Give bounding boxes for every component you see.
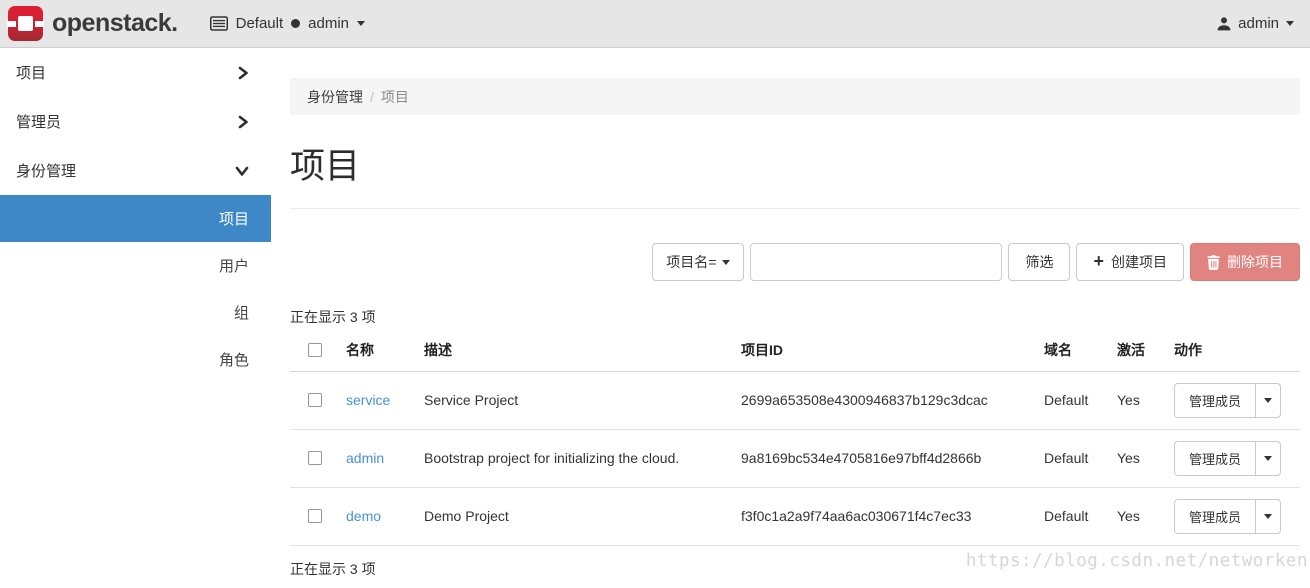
- table-row: service Service Project 2699a653508e4300…: [290, 371, 1300, 429]
- project-active: Yes: [1117, 371, 1174, 429]
- user-name: admin: [1238, 15, 1279, 32]
- page-title: 项目: [290, 138, 1300, 189]
- row-action-dropdown-toggle[interactable]: [1255, 384, 1280, 417]
- column-header-project-id: 项目ID: [741, 330, 1044, 371]
- current-domain: Default: [236, 15, 284, 32]
- breadcrumb-separator: /: [370, 89, 374, 105]
- person-icon: [1217, 17, 1231, 31]
- row-action-split-button: 管理成员: [1174, 499, 1281, 534]
- user-menu[interactable]: admin: [1217, 15, 1294, 32]
- project-description: Bootstrap project for initializing the c…: [424, 429, 741, 487]
- csdn-watermark: https://blog.csdn.net/networken: [966, 551, 1308, 571]
- current-project: admin: [308, 15, 349, 32]
- table-header-row: 名称 描述 项目ID 域名 激活 动作: [290, 330, 1300, 371]
- chevron-right-icon: [237, 115, 249, 129]
- chevron-down-icon: [1264, 398, 1272, 403]
- filter-input[interactable]: [750, 243, 1002, 281]
- openstack-logo[interactable]: openstack.: [8, 6, 178, 41]
- project-domain: Default: [1044, 429, 1117, 487]
- row-action-split-button: 管理成员: [1174, 383, 1281, 418]
- sidebar-item-project[interactable]: 项目: [0, 48, 271, 97]
- sidebar-item-identity[interactable]: 身份管理: [0, 146, 271, 195]
- column-header-active: 激活: [1117, 330, 1174, 371]
- delete-projects-button[interactable]: 删除项目: [1190, 243, 1300, 281]
- project-active: Yes: [1117, 429, 1174, 487]
- horizon-dashboard: openstack. Default admin admin: [0, 0, 1310, 588]
- column-header-domain: 域名: [1044, 330, 1117, 371]
- chevron-right-icon: [237, 66, 249, 80]
- sidebar-item-identity-projects[interactable]: 项目: [0, 195, 271, 242]
- chevron-down-icon: [722, 260, 730, 265]
- row-action-dropdown-toggle[interactable]: [1255, 500, 1280, 533]
- sidebar: 项目 管理员 身份管理 项目 用户 组 角色: [0, 48, 271, 579]
- manage-members-button[interactable]: 管理成员: [1175, 500, 1255, 533]
- project-id: 9a8169bc534e4705816e97bff4d2866b: [741, 429, 1044, 487]
- project-id: 2699a653508e4300946837b129c3dcac: [741, 371, 1044, 429]
- column-header-description: 描述: [424, 330, 741, 371]
- column-header-name[interactable]: 名称: [346, 330, 424, 371]
- list-icon: [210, 16, 228, 31]
- main-content: 身份管理 / 项目 项目 项目名= 筛选 + 创建项目: [290, 48, 1300, 579]
- column-header-actions: 动作: [1174, 330, 1300, 371]
- row-checkbox[interactable]: [308, 393, 322, 407]
- project-id: f3f0c1a2a9f74aa6ac030671f4c7ec33: [741, 487, 1044, 545]
- plus-icon: +: [1093, 252, 1104, 270]
- sidebar-item-label: 项目: [16, 62, 46, 83]
- title-divider: [290, 208, 1300, 209]
- project-name-link[interactable]: admin: [346, 450, 384, 466]
- create-project-button[interactable]: + 创建项目: [1076, 243, 1184, 281]
- chevron-down-icon: [357, 21, 365, 26]
- sidebar-item-identity-users[interactable]: 用户: [0, 242, 271, 289]
- filter-button-label: 筛选: [1025, 252, 1053, 272]
- top-navbar: openstack. Default admin admin: [0, 0, 1310, 48]
- project-name-link[interactable]: service: [346, 392, 390, 408]
- sidebar-subitem-label: 项目: [219, 208, 249, 229]
- brand-text: openstack.: [52, 9, 178, 38]
- chevron-down-icon: [235, 165, 249, 177]
- filter-button[interactable]: 筛选: [1008, 243, 1070, 281]
- breadcrumb: 身份管理 / 项目: [290, 78, 1300, 115]
- project-name-link[interactable]: demo: [346, 508, 381, 524]
- row-checkbox[interactable]: [308, 509, 322, 523]
- openstack-logo-icon: [8, 6, 43, 41]
- filter-field-dropdown[interactable]: 项目名=: [652, 243, 744, 281]
- chevron-down-icon: [1286, 21, 1294, 26]
- select-all-checkbox[interactable]: [308, 343, 322, 357]
- table-row: demo Demo Project f3f0c1a2a9f74aa6ac0306…: [290, 487, 1300, 545]
- project-description: Service Project: [424, 371, 741, 429]
- chevron-down-icon: [1264, 456, 1272, 461]
- trash-icon: [1207, 255, 1220, 270]
- chevron-down-icon: [1264, 514, 1272, 519]
- row-checkbox[interactable]: [308, 451, 322, 465]
- table-row: admin Bootstrap project for initializing…: [290, 429, 1300, 487]
- sidebar-item-label: 管理员: [16, 111, 61, 132]
- sidebar-item-label: 身份管理: [16, 160, 76, 181]
- delete-projects-label: 删除项目: [1227, 252, 1283, 272]
- row-action-split-button: 管理成员: [1174, 441, 1281, 476]
- sidebar-subitem-label: 用户: [219, 255, 249, 276]
- sidebar-item-identity-groups[interactable]: 组: [0, 289, 271, 336]
- project-domain: Default: [1044, 371, 1117, 429]
- breadcrumb-current: 项目: [381, 87, 409, 107]
- project-description: Demo Project: [424, 487, 741, 545]
- sidebar-subitem-label: 角色: [219, 349, 249, 370]
- row-action-dropdown-toggle[interactable]: [1255, 442, 1280, 475]
- table-count-top: 正在显示 3 项: [290, 307, 1300, 327]
- sidebar-subitem-label: 组: [234, 302, 249, 323]
- table-actions-bar: 项目名= 筛选 + 创建项目 删除项目: [290, 243, 1300, 281]
- filter-field-label: 项目名=: [666, 252, 716, 272]
- breadcrumb-parent[interactable]: 身份管理: [307, 87, 363, 107]
- project-active: Yes: [1117, 487, 1174, 545]
- manage-members-button[interactable]: 管理成员: [1175, 442, 1255, 475]
- manage-members-button[interactable]: 管理成员: [1175, 384, 1255, 417]
- projects-table: 名称 描述 项目ID 域名 激活 动作 service Service Proj…: [290, 330, 1300, 546]
- sidebar-item-identity-roles[interactable]: 角色: [0, 336, 271, 383]
- project-dot-icon: [291, 19, 300, 28]
- domain-project-switcher[interactable]: Default admin: [210, 15, 365, 32]
- create-project-label: 创建项目: [1111, 252, 1167, 272]
- sidebar-item-admin[interactable]: 管理员: [0, 97, 271, 146]
- project-domain: Default: [1044, 487, 1117, 545]
